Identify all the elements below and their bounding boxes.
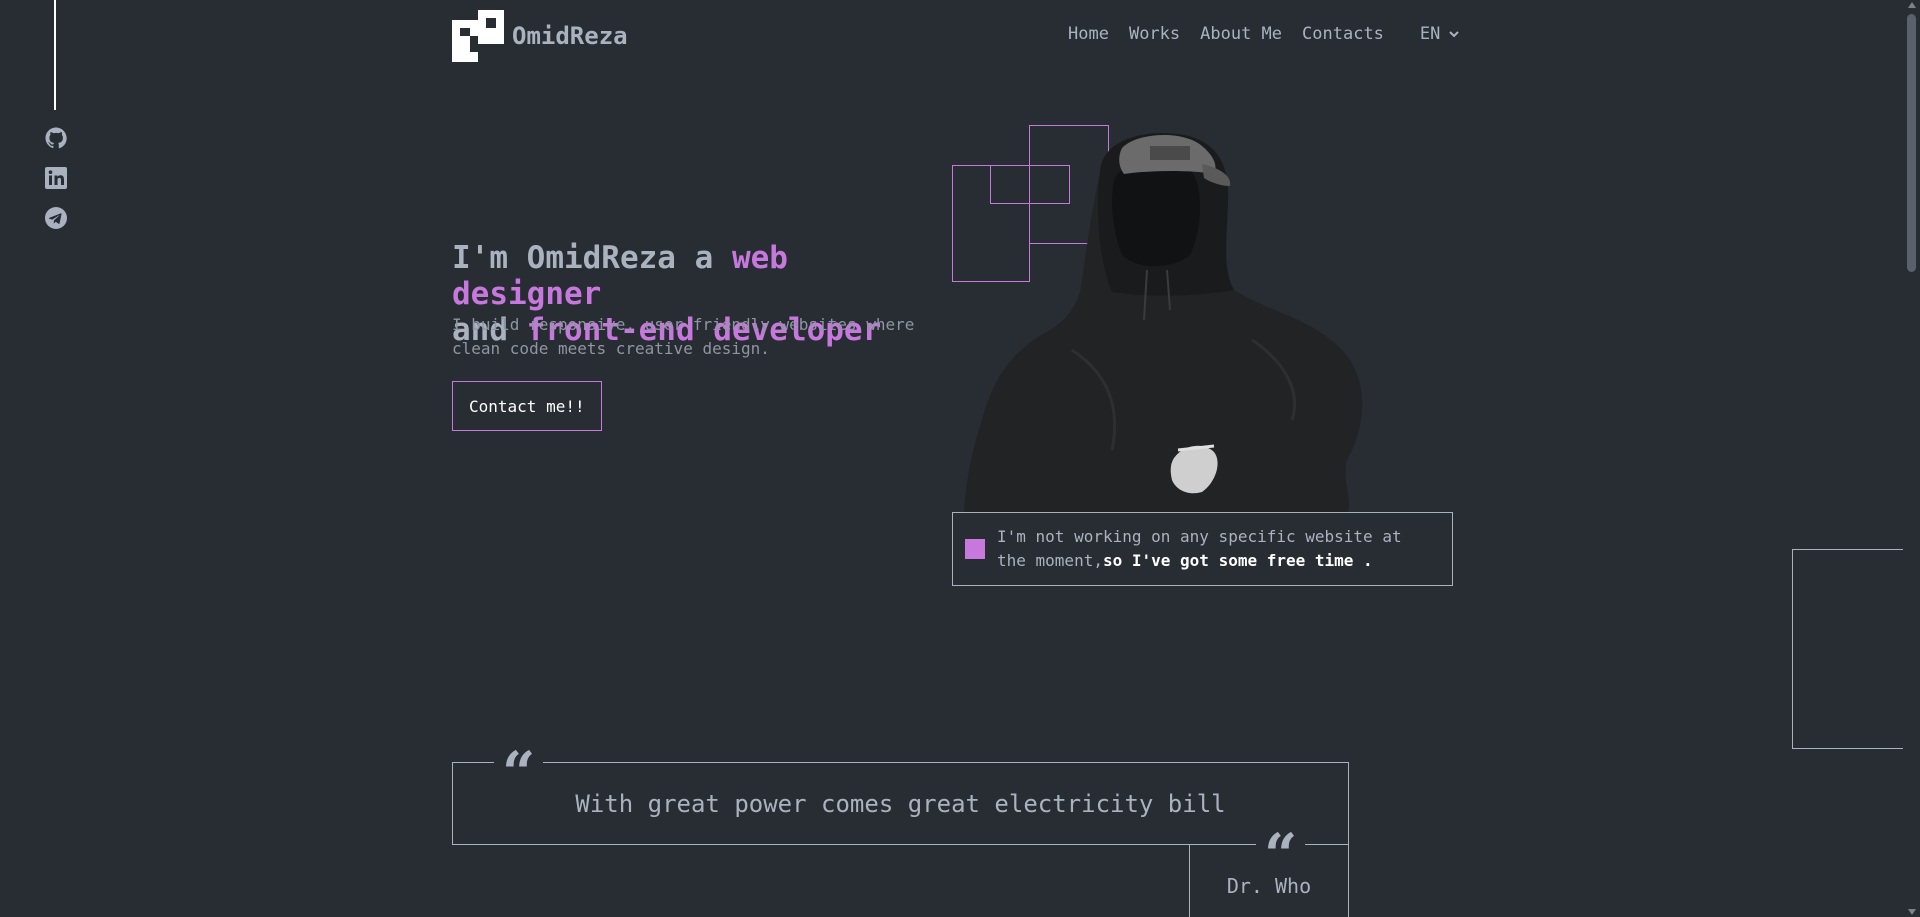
language-label: EN [1419,24,1441,44]
nav-about[interactable]: About Me [1200,24,1282,44]
nav-home[interactable]: Home [1068,24,1109,44]
quote-close-icon: “ [1256,826,1306,866]
scrollbar-thumb[interactable] [1907,14,1916,272]
main-nav: Home Works About Me Contacts EN [1068,24,1460,44]
linkedin-icon[interactable] [44,166,68,190]
quote-author: Dr. Who [1226,874,1312,898]
availability-status: I'm not working on any specific website … [952,512,1453,586]
rail-line [54,0,56,110]
brand-name: OmidReza [512,22,628,50]
quote-open-icon: “ [494,744,544,784]
github-icon[interactable] [44,126,68,150]
logo[interactable]: OmidReza [452,10,628,62]
contact-me-button[interactable]: Contact me!! [452,381,602,431]
hero-title-prefix: I'm OmidReza a [452,240,732,276]
quote-text: With great power comes great electricity… [575,789,1226,818]
deco-outline-box [1792,549,1920,749]
status-text: I'm not working on any specific website … [997,525,1440,573]
scrollbar[interactable] [1903,0,1920,917]
nav-contacts[interactable]: Contacts [1302,24,1384,44]
language-select[interactable]: EN [1420,24,1460,44]
telegram-icon[interactable] [44,206,68,230]
scroll-down-arrow-icon[interactable] [1908,909,1916,915]
page: OmidReza Home Works About Me Contacts EN… [0,0,1920,917]
status-indicator [965,539,985,559]
quote-box: With great power comes great electricity… [452,762,1349,845]
hero-subtitle: I build responsive, user-friendly websit… [452,315,915,358]
scroll-up-arrow-icon[interactable] [1908,2,1916,8]
logo-mark-icon [452,10,504,62]
nav-works[interactable]: Works [1129,24,1180,44]
chevron-down-icon [1449,31,1460,38]
status-text-bold: so I've got some free time . [1102,551,1373,570]
portrait-image [964,133,1363,512]
